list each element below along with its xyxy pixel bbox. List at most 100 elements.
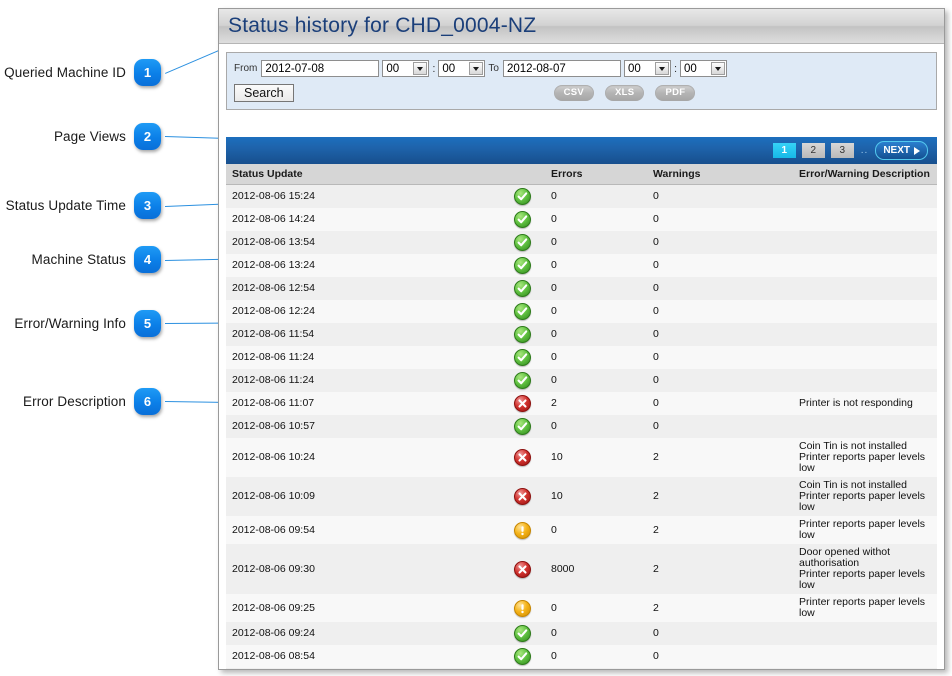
column-header-status-update[interactable]: Status Update	[226, 164, 500, 185]
cell-warnings-count: 0	[647, 323, 793, 346]
table-row[interactable]: 2012-08-06 08:24 00	[226, 668, 937, 669]
table-row[interactable]: 2012-08-06 11:54 0 0	[226, 323, 937, 346]
chevron-down-icon[interactable]	[711, 62, 726, 75]
export-xls-button[interactable]: XLS	[605, 85, 645, 101]
cell-machine-status	[500, 254, 545, 277]
to-minute-select[interactable]: 00	[680, 60, 728, 77]
cell-error-warning-description	[793, 208, 937, 231]
callout-label: Machine Status	[31, 252, 126, 267]
window-titlebar: Status history for CHD_0004-NZ	[219, 9, 944, 44]
table-row[interactable]: 2012-08-06 13:54 0 0	[226, 231, 937, 254]
cell-error-warning-description	[793, 668, 937, 669]
chevron-down-icon[interactable]	[413, 62, 428, 75]
cell-warnings-count: 0	[647, 346, 793, 369]
column-header-errors[interactable]: Errors	[545, 164, 647, 185]
cell-warnings-count: 0	[647, 231, 793, 254]
to-hour-select[interactable]: 00	[623, 60, 671, 77]
cell-warnings-count: 0	[647, 392, 793, 415]
cell-machine-status	[500, 346, 545, 369]
status-warning-icon	[514, 521, 531, 539]
table-row[interactable]: 2012-08-06 10:57 0 0	[226, 415, 937, 438]
description-line: Printer reports paper levels low	[799, 451, 926, 474]
table-row[interactable]: 2012-08-06 10:09 10 2 Coin Tin is not insta…	[226, 477, 937, 516]
cell-errors-count: 0	[545, 594, 647, 622]
cell-error-warning-description	[793, 622, 937, 645]
cell-errors-count: 2	[545, 392, 647, 415]
cell-errors-count: 0	[545, 415, 647, 438]
export-csv-button[interactable]: CSV	[553, 85, 595, 101]
chevron-down-icon[interactable]	[654, 62, 669, 75]
export-buttons: CSV XLS PDF	[553, 85, 696, 101]
search-button[interactable]: Search	[234, 84, 294, 102]
next-page-button[interactable]: NEXT	[875, 141, 928, 160]
table-row[interactable]: 2012-08-06 12:24 0 0	[226, 300, 937, 323]
callout-label: Queried Machine ID	[4, 65, 126, 80]
cell-error-warning-description: Printer is not responding	[793, 392, 937, 415]
cell-error-warning-description	[793, 415, 937, 438]
column-header-warnings[interactable]: Warnings	[647, 164, 793, 185]
cell-errors-count: 0	[545, 277, 647, 300]
column-header-description[interactable]: Error/Warning Description	[793, 164, 937, 185]
cell-machine-status	[500, 544, 545, 594]
cell-warnings-count: 2	[647, 438, 793, 477]
table-row[interactable]: 2012-08-06 13:24 0 0	[226, 254, 937, 277]
table-row[interactable]: 2012-08-06 09:24 0 0	[226, 622, 937, 645]
table-row[interactable]: 2012-08-06 10:24 10 2 Coin Tin is not insta…	[226, 438, 937, 477]
cell-errors-count: 0	[545, 516, 647, 544]
page-link-2[interactable]: 2	[801, 143, 825, 158]
description-line: Printer reports paper levels low	[799, 518, 926, 541]
callout-3: Status Update Time 3	[6, 192, 161, 219]
cell-status-update-time: 2012-08-06 08:54	[226, 645, 500, 668]
cell-status-update-time: 2012-08-06 09:30	[226, 544, 500, 594]
cell-status-update-time: 2012-08-06 09:54	[226, 516, 500, 544]
from-label: From	[234, 63, 258, 74]
cell-warnings-count: 0	[647, 300, 793, 323]
cell-status-update-time: 2012-08-06 10:09	[226, 477, 500, 516]
chevron-down-icon[interactable]	[469, 62, 484, 75]
cell-errors-count: 0	[545, 208, 647, 231]
to-date-input[interactable]	[502, 60, 621, 77]
page-number-links: 123	[772, 143, 854, 158]
callout-label: Error Description	[23, 394, 126, 409]
cell-errors-count: 0	[545, 231, 647, 254]
table-row[interactable]: 2012-08-06 14:24 0 0	[226, 208, 937, 231]
status-ok-icon	[514, 326, 531, 343]
cell-machine-status	[500, 277, 545, 300]
cell-status-update-time: 2012-08-06 14:24	[226, 208, 500, 231]
cell-errors-count: 0	[545, 668, 647, 669]
cell-errors-count: 10	[545, 438, 647, 477]
cell-machine-status	[500, 645, 545, 668]
description-line: Door opened withot authorisation	[799, 546, 891, 569]
table-row[interactable]: 2012-08-06 09:30 8000 2 Door opened withot …	[226, 544, 937, 594]
cell-warnings-count: 2	[647, 477, 793, 516]
cell-machine-status	[500, 622, 545, 645]
table-row[interactable]: 2012-08-06 11:24 0 0	[226, 369, 937, 392]
cell-machine-status	[500, 438, 545, 477]
table-row[interactable]: 2012-08-06 15:24 0 0	[226, 184, 937, 208]
page-link-3[interactable]: 3	[830, 143, 854, 158]
status-error-icon	[514, 395, 531, 412]
table-row[interactable]: 2012-08-06 09:54 0 2 Printer reports paper …	[226, 516, 937, 544]
from-hour-select[interactable]: 00	[382, 60, 430, 77]
table-row[interactable]: 2012-08-06 11:24 0 0	[226, 346, 937, 369]
table-row[interactable]: 2012-08-06 12:54 0 0	[226, 277, 937, 300]
page-link-1[interactable]: 1	[772, 143, 796, 158]
cell-machine-status	[500, 516, 545, 544]
cell-errors-count: 0	[545, 622, 647, 645]
table-row[interactable]: 2012-08-06 09:25 0 2 Printer reports paper …	[226, 594, 937, 622]
from-date-input[interactable]	[261, 60, 380, 77]
cell-status-update-time: 2012-08-06 09:25	[226, 594, 500, 622]
callout-2: Page Views 2	[10, 123, 161, 150]
cell-error-warning-description	[793, 277, 937, 300]
arrow-right-icon	[914, 146, 920, 155]
table-row[interactable]: 2012-08-06 08:54 0 0	[226, 645, 937, 668]
cell-warnings-count: 0	[647, 184, 793, 208]
callout-1: Queried Machine ID 1	[4, 59, 161, 86]
callout-label: Page Views	[53, 129, 126, 144]
to-hour-value: 00	[627, 62, 641, 75]
table-row[interactable]: 2012-08-06 11:07 2 0 Printer is not respond…	[226, 392, 937, 415]
callout-4: Machine Status 4	[10, 246, 161, 273]
export-pdf-button[interactable]: PDF	[655, 85, 696, 101]
from-minute-select[interactable]: 00	[438, 60, 486, 77]
to-minute-value: 00	[684, 62, 697, 75]
